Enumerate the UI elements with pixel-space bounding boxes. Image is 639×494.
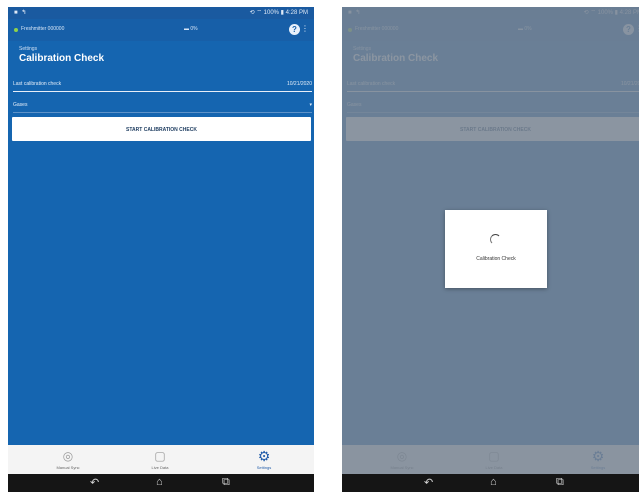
device-name: Freshmitter 000000 [21, 26, 65, 32]
device-header: Freshmitter 000000 ▬ 0% ? ⋮ [8, 19, 314, 41]
breadcrumb[interactable]: Settings [19, 46, 37, 52]
help-icon[interactable]: ? [289, 24, 300, 35]
dialog-message: Calibration Check [476, 256, 516, 262]
sync-icon: ◎ [62, 449, 74, 463]
home-icon[interactable]: ⌂ [156, 476, 163, 488]
loading-spinner-icon [490, 234, 501, 245]
modal-overlay: Calibration Check [342, 7, 639, 474]
chevron-down-icon[interactable]: ▾ [309, 102, 312, 108]
status-icons-right: ⟲ ⌔ 100% ▮ 4:28 PM [249, 10, 308, 16]
gas-label: Gases [13, 102, 28, 108]
nav-live-data[interactable]: ▢ Live Data [130, 445, 190, 474]
home-icon[interactable]: ⌂ [490, 476, 497, 488]
nav-label: Settings [256, 465, 272, 470]
status-icons-left: ■ ↰ [14, 10, 28, 16]
loading-dialog: Calibration Check [445, 210, 547, 288]
more-options-icon[interactable]: ⋮ [301, 24, 309, 33]
page-title: Calibration Check [19, 53, 105, 64]
last-calibration-row: Last calibration check 10/21/2020 [13, 77, 312, 92]
status-bar: ■ ↰ ⟲ ⌔ 100% ▮ 4:28 PM [8, 7, 314, 19]
last-calibration-label: Last calibration check [13, 81, 62, 87]
settings-icon: ⚙ [257, 448, 271, 464]
system-navigation-bar: ↶ ⌂ ⧉ [342, 474, 639, 492]
nav-label: Manual Sync [56, 465, 80, 470]
start-calibration-check-button[interactable]: START CALIBRATION CHECK [12, 117, 311, 141]
last-calibration-date: 10/21/2020 [286, 81, 312, 87]
recent-apps-icon[interactable]: ⧉ [556, 476, 564, 489]
live-data-icon: ▢ [154, 449, 166, 463]
system-navigation-bar: ↶ ⌂ ⧉ [8, 474, 314, 492]
connection-status-icon [14, 28, 18, 32]
nav-settings[interactable]: ⚙ Settings [234, 445, 294, 474]
recent-apps-icon[interactable]: ⧉ [222, 476, 230, 489]
gas-selector[interactable]: Gases ▾ [13, 98, 312, 113]
bottom-navigation: ◎ Manual Sync ▢ Live Data ⚙ Settings [8, 445, 314, 474]
device-screen-right: ■ ↰ ⟲ ⌔ 100% ▮ 4:28 PM Freshmitter 00000… [342, 7, 639, 492]
device-screen-left: ■ ↰ ⟲ ⌔ 100% ▮ 4:28 PM Freshmitter 00000… [8, 7, 314, 492]
nav-manual-sync[interactable]: ◎ Manual Sync [38, 445, 98, 474]
nav-label: Live Data [151, 465, 169, 470]
battery-indicator: ▬ 0% [184, 26, 198, 32]
back-icon[interactable]: ↶ [424, 476, 433, 489]
back-icon[interactable]: ↶ [90, 476, 99, 489]
